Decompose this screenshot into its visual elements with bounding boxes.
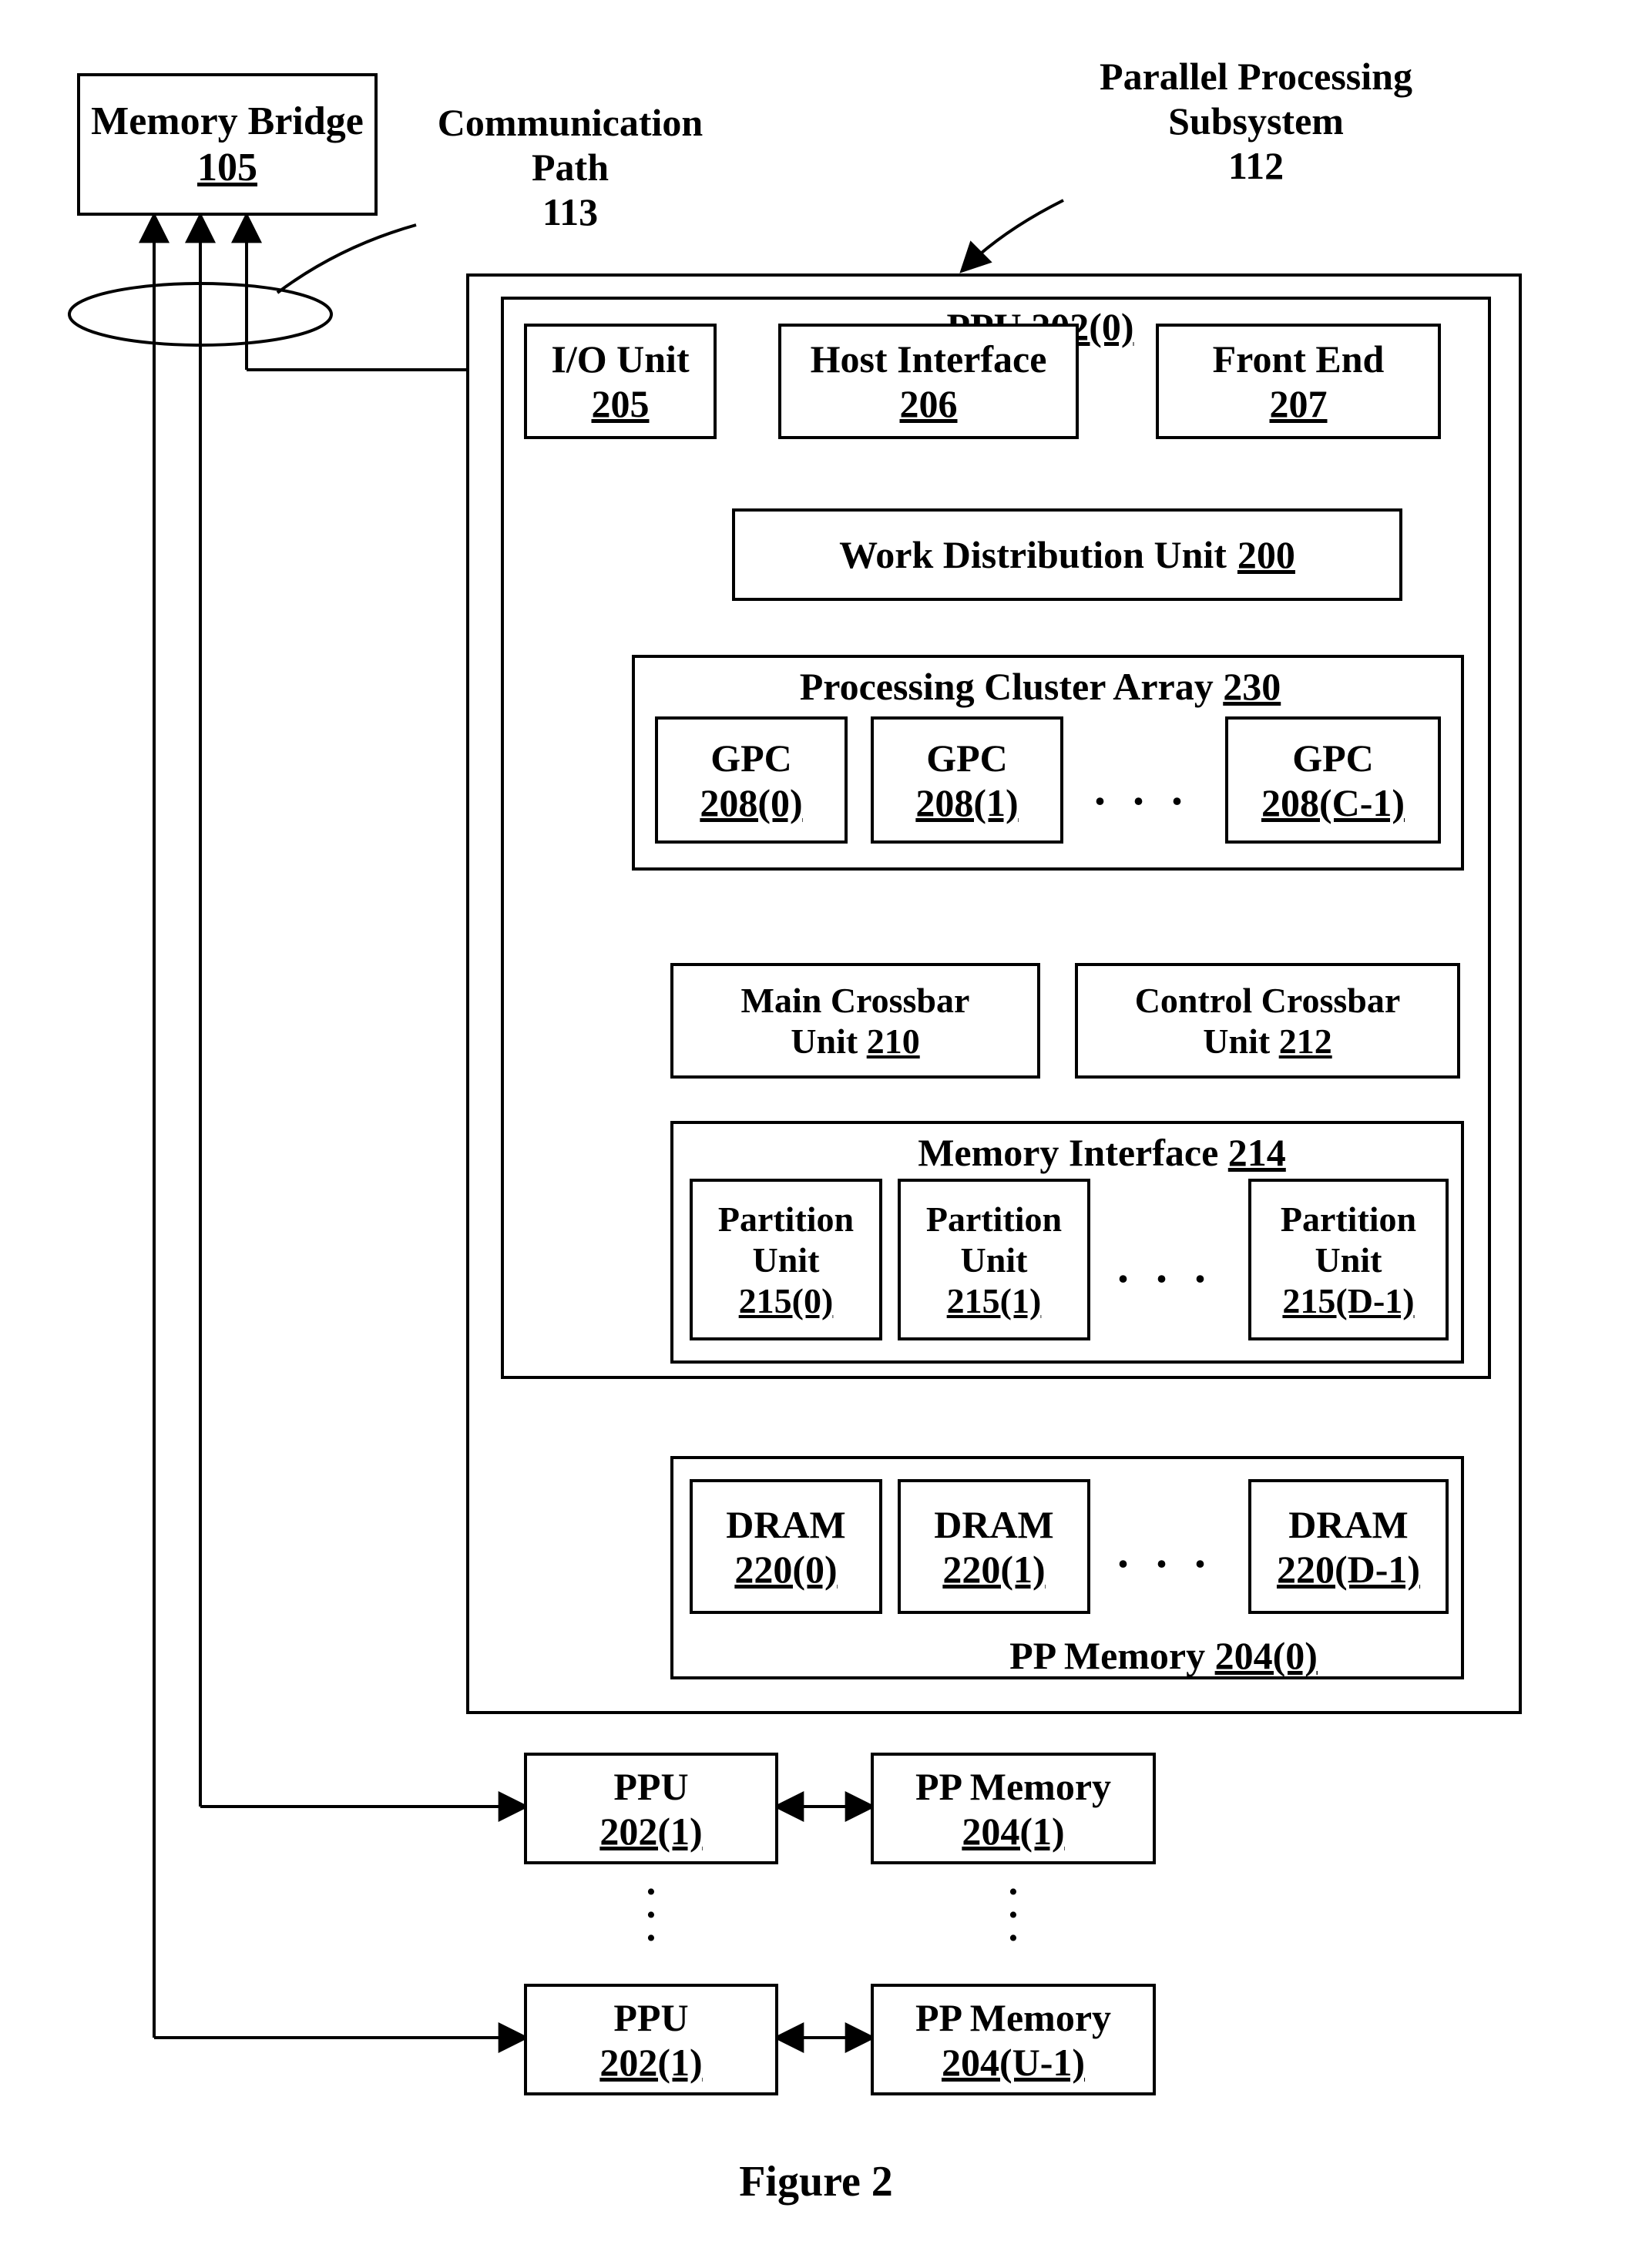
comm-path-title-1: Communication [416, 100, 724, 145]
memory-bridge-title: Memory Bridge [91, 99, 364, 145]
io-unit-box: I/O Unit 205 [524, 324, 717, 439]
gpc-0-box: GPC 208(0) [655, 716, 848, 844]
dram-ellipsis: . . . [1117, 1525, 1214, 1579]
host-interface-box: Host Interface 206 [778, 324, 1079, 439]
ppmem0-title: PP Memory 204(0) [925, 1633, 1402, 1678]
host-interface-ref: 206 [900, 381, 958, 426]
ppmem-extra-1-box: PP Memory 204(U-1) [871, 1984, 1156, 2095]
dram-0-box: DRAM 220(0) [690, 1479, 882, 1614]
pps-title-2: Subsystem [1056, 99, 1456, 143]
wdu-title: Work Distribution Unit [839, 532, 1227, 577]
host-interface-title: Host Interface [811, 337, 1047, 381]
pu-d1-box: Partition Unit 215(D-1) [1248, 1179, 1449, 1340]
wdu-ref: 200 [1237, 532, 1295, 577]
front-end-box: Front End 207 [1156, 324, 1441, 439]
wdu-box: Work Distribution Unit 200 [732, 508, 1402, 601]
memory-bridge-ref: 105 [197, 145, 257, 191]
mem-if-title: Memory Interface 214 [863, 1130, 1341, 1175]
gpc-1-box: GPC 208(1) [871, 716, 1063, 844]
pu-ellipsis: . . . [1117, 1240, 1214, 1293]
pps-label: Parallel Processing Subsystem 112 [1056, 54, 1456, 188]
io-unit-title: I/O Unit [551, 337, 689, 381]
front-end-ref: 207 [1270, 381, 1328, 426]
main-xbar-box: Main Crossbar Unit 210 [670, 963, 1040, 1079]
ppmem-vell: ··· [1006, 1880, 1021, 1949]
io-unit-ref: 205 [592, 381, 650, 426]
pps-ref: 112 [1056, 143, 1456, 188]
dram-1-box: DRAM 220(1) [898, 1479, 1090, 1614]
ppu-extra-0-box: PPU 202(1) [524, 1753, 778, 1864]
comm-path-title-2: Path [416, 145, 724, 190]
ppu-extra-1-box: PPU 202(1) [524, 1984, 778, 2095]
gpc-ellipsis: . . . [1094, 763, 1190, 816]
comm-path-label: Communication Path 113 [416, 100, 724, 234]
pu-1-box: Partition Unit 215(1) [898, 1179, 1090, 1340]
memory-bridge-box: Memory Bridge 105 [77, 73, 378, 216]
pca-title: Processing Cluster Array 230 [724, 664, 1356, 709]
figure-caption: Figure 2 [0, 2157, 1632, 2206]
pps-title-1: Parallel Processing [1056, 54, 1456, 99]
front-end-title: Front End [1213, 337, 1385, 381]
ppmem-extra-0-box: PP Memory 204(1) [871, 1753, 1156, 1864]
ctrl-xbar-box: Control Crossbar Unit 212 [1075, 963, 1460, 1079]
gpc-c1-box: GPC 208(C-1) [1225, 716, 1441, 844]
ppu-vell: ··· [643, 1880, 659, 1949]
comm-path-ref: 113 [416, 190, 724, 234]
dram-d1-box: DRAM 220(D-1) [1248, 1479, 1449, 1614]
pu-0-box: Partition Unit 215(0) [690, 1179, 882, 1340]
